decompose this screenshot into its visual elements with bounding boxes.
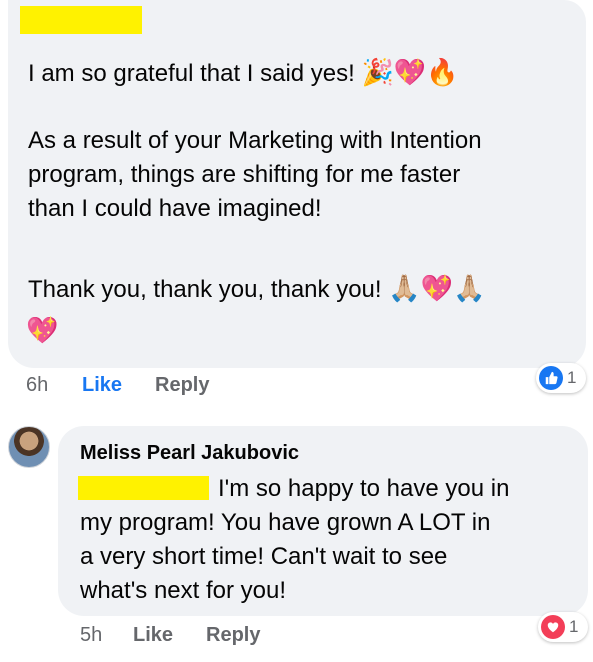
heart-icon <box>541 615 565 639</box>
avatar[interactable] <box>8 426 50 468</box>
reaction-count: 1 <box>569 617 579 636</box>
comment-timestamp: 6h <box>26 374 49 396</box>
like-button[interactable]: Like <box>82 374 122 397</box>
comment-line: what's next for you! <box>80 577 287 604</box>
comment-line: than I could have imagined! <box>28 195 322 222</box>
sparkling-heart-emoji: 💖 <box>26 316 59 346</box>
pray-heart-pray-emoji: 🙏🏼💖🙏🏼 <box>388 274 486 304</box>
reply-button[interactable]: Reply <box>155 374 209 397</box>
comment-timestamp: 5h <box>80 624 103 646</box>
reaction-summary[interactable]: 1 <box>538 612 588 642</box>
reaction-summary[interactable]: 1 <box>536 363 586 393</box>
comment-line: I am so grateful that I said yes! 🎉💖🔥 <box>28 58 459 88</box>
comment-author[interactable]: Meliss Pearl Jakubovic <box>80 442 299 465</box>
comment-line: I'm so happy to have you in <box>218 475 510 502</box>
comment-line: program, things are shifting for me fast… <box>28 161 461 188</box>
reaction-count: 1 <box>567 368 577 387</box>
reply-button[interactable]: Reply <box>206 624 260 647</box>
redacted-author-name <box>20 6 142 34</box>
like-button[interactable]: Like <box>133 624 173 647</box>
comment-line: As a result of your Marketing with Inten… <box>28 127 482 154</box>
redacted-mention <box>78 476 209 500</box>
party-heart-fire-emoji: 🎉💖🔥 <box>361 58 459 88</box>
comment-line: Thank you, thank you, thank you! 🙏🏼💖🙏🏼 <box>28 274 486 304</box>
comment-line: a very short time! Can't wait to see <box>80 543 448 570</box>
comment-line: my program! You have grown A LOT in <box>80 509 491 536</box>
thumbs-up-icon <box>539 366 563 390</box>
